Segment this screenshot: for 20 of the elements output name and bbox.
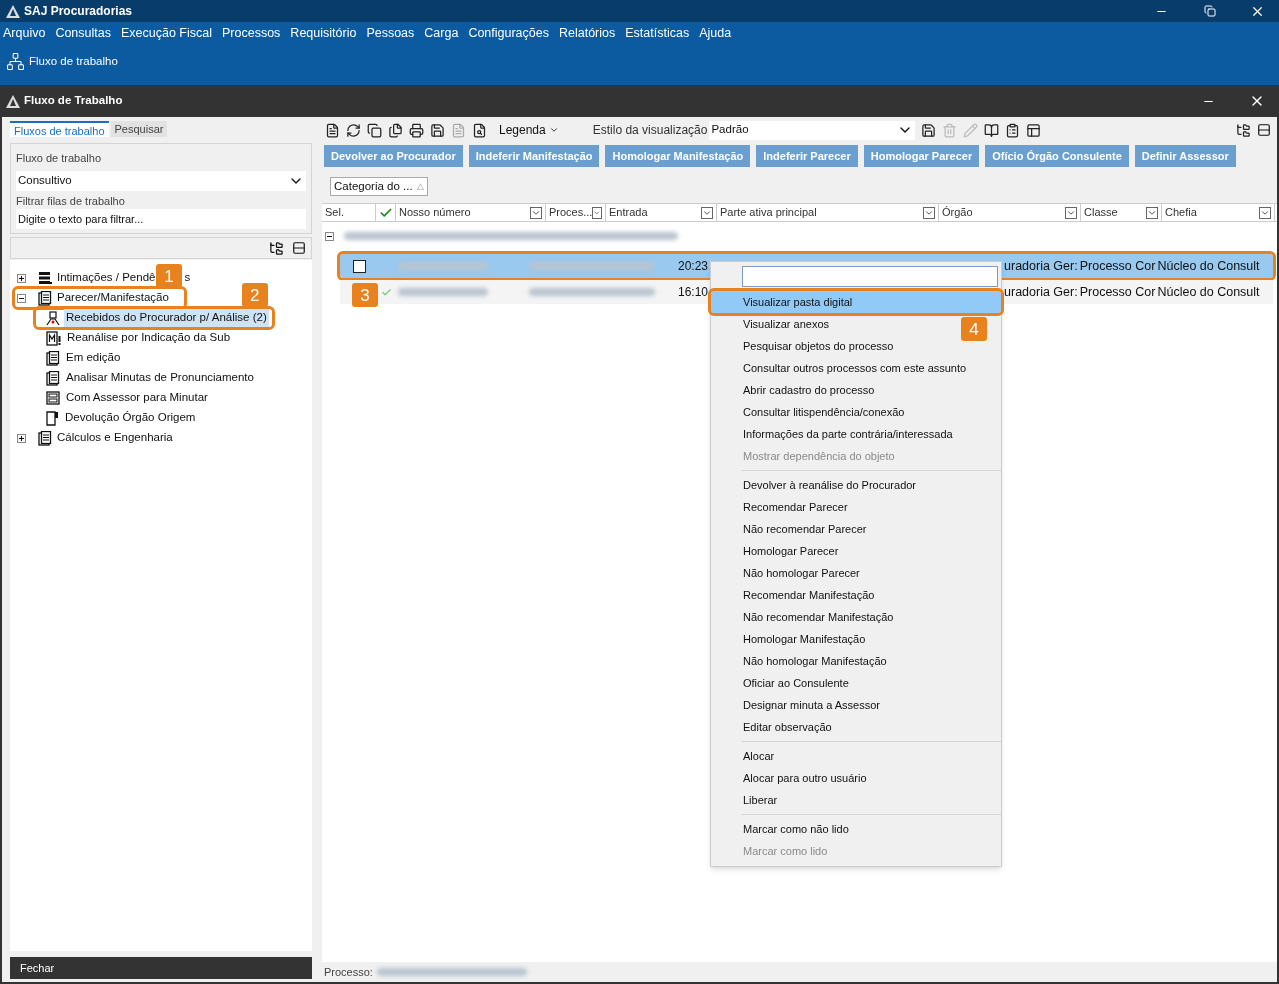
field-label: Fluxo de trabalho (16, 151, 102, 166)
callout-number: 2 (241, 283, 268, 307)
window-title: Fluxo de Trabalho (24, 93, 123, 109)
table-cell-text: 16:10 (678, 284, 709, 301)
table-cell-text: Processo Cor (1079, 283, 1156, 301)
field-label: Estilo da visualização (592, 122, 708, 139)
callout-number: 3 (352, 283, 378, 307)
table-cell-text: Núcleo do Consult (1157, 257, 1260, 275)
sort-mark: △ (416, 179, 424, 193)
tree-item-fragment: s (184, 270, 191, 286)
status-label: Processo: (324, 964, 373, 980)
window-title: SAJ Procuradorias (24, 3, 133, 20)
field-label: Filtrar filas de trabalho (16, 193, 126, 209)
table-cell-text: Núcleo do Consult (1157, 283, 1260, 301)
table-cell-text: Processo Cor (1079, 257, 1156, 275)
callout-number: 1 (155, 264, 182, 288)
callout-number: 4 (961, 317, 987, 341)
table-cell-text: uradoria Ger: (1004, 257, 1078, 275)
table-cell-text: 20:23 (678, 258, 709, 275)
table-cell-text: uradoria Ger: (1004, 283, 1078, 301)
